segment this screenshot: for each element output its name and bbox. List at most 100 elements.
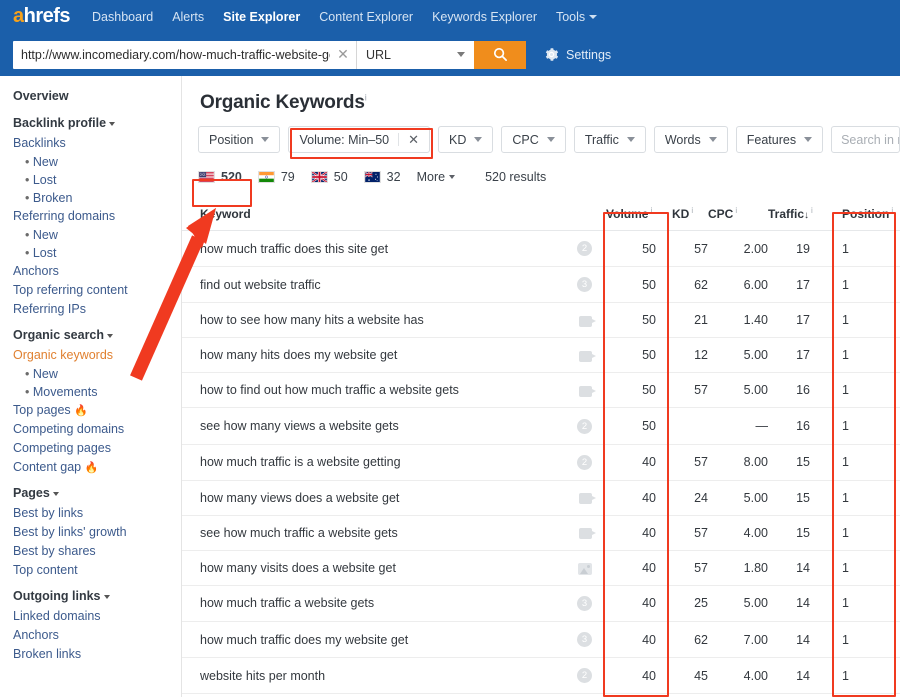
- ahrefs-logo[interactable]: ahrefs: [13, 5, 70, 28]
- cell-keyword[interactable]: how much traffic does my website get: [182, 622, 544, 658]
- filter-words[interactable]: Words: [654, 126, 728, 153]
- country-tab-au[interactable]: 32: [364, 170, 401, 184]
- table-row[interactable]: see how many views a website gets250—161: [182, 408, 900, 444]
- sidebar-item-broken-links[interactable]: Broken links: [13, 647, 181, 661]
- sidebar-item-backlinks-broken[interactable]: Broken: [25, 191, 181, 205]
- nav-item-keywords-explorer[interactable]: Keywords Explorer: [432, 10, 537, 24]
- cell-keyword[interactable]: how much traffic is a website getting: [182, 444, 544, 480]
- sidebar-item-competing-pages[interactable]: Competing pages: [13, 441, 181, 455]
- sidebar-group-pages[interactable]: Pages: [13, 486, 181, 500]
- sidebar-group-outgoing-links[interactable]: Outgoing links: [13, 589, 181, 603]
- sidebar-item-top-pages[interactable]: Top pages 🔥: [13, 403, 181, 417]
- filter-traffic[interactable]: Traffic: [574, 126, 646, 153]
- cell-serp-feature[interactable]: 2: [544, 408, 606, 444]
- cell-keyword[interactable]: website hits per month: [182, 658, 544, 694]
- column-header-cpc[interactable]: CPCi: [708, 198, 768, 231]
- clear-input-icon[interactable]: ✕: [330, 46, 356, 63]
- nav-item-dashboard[interactable]: Dashboard: [92, 10, 153, 24]
- cell-keyword[interactable]: how much traffic a website gets: [182, 585, 544, 621]
- sidebar-item-overview[interactable]: Overview: [13, 89, 181, 103]
- cell-serp-feature[interactable]: [544, 373, 606, 408]
- sidebar-item-top-content[interactable]: Top content: [13, 563, 181, 577]
- table-row[interactable]: how much traffic a website gets340255.00…: [182, 585, 900, 621]
- sidebar-item-backlinks[interactable]: Backlinks: [13, 136, 181, 150]
- search-submit-button[interactable]: [474, 41, 526, 69]
- sidebar-item-best-by-shares[interactable]: Best by shares: [13, 544, 181, 558]
- cell-keyword[interactable]: how many views does a website get: [182, 480, 544, 515]
- search-mode-select[interactable]: URL: [356, 41, 474, 69]
- cell-serp-feature[interactable]: [544, 303, 606, 338]
- table-row[interactable]: how many views does a website get40245.0…: [182, 480, 900, 515]
- cell-keyword[interactable]: see how much traffic a website gets: [182, 515, 544, 550]
- table-row[interactable]: how many hits does my website get50125.0…: [182, 338, 900, 373]
- column-header-kd[interactable]: KDi: [672, 198, 708, 231]
- country-tab-in[interactable]: 79: [258, 170, 295, 184]
- sidebar-item-best-by-links-growth[interactable]: Best by links' growth: [13, 525, 181, 539]
- cell-serp-feature[interactable]: 3: [544, 622, 606, 658]
- cell-keyword[interactable]: how many hits does my website get: [182, 338, 544, 373]
- cell-keyword[interactable]: find out website traffic: [182, 267, 544, 303]
- sidebar-group-organic-search[interactable]: Organic search: [13, 328, 181, 342]
- sidebar-item-backlinks-lost[interactable]: Lost: [25, 173, 181, 187]
- filter-kd[interactable]: KD: [438, 126, 493, 153]
- cell-keyword[interactable]: how many visits does a website get: [182, 550, 544, 585]
- sidebar-item-referring-domains[interactable]: Referring domains: [13, 209, 181, 223]
- sidebar-item-refdomains-new[interactable]: New: [25, 228, 181, 242]
- column-header-position[interactable]: Positioni: [830, 198, 900, 231]
- column-header-volume[interactable]: Volumei: [606, 198, 672, 231]
- column-header-traffic[interactable]: Traffic↓i: [768, 198, 830, 231]
- sidebar-item-organic-keywords[interactable]: Organic keywords: [13, 348, 181, 362]
- table-row[interactable]: see how much traffic a website gets40574…: [182, 515, 900, 550]
- info-icon[interactable]: i: [365, 93, 367, 103]
- cell-serp-feature[interactable]: 3: [544, 585, 606, 621]
- sidebar-item-anchors[interactable]: Anchors: [13, 264, 181, 278]
- column-header-keyword[interactable]: Keyword: [182, 198, 544, 231]
- sidebar-item-refdomains-lost[interactable]: Lost: [25, 246, 181, 260]
- settings-button[interactable]: Settings: [544, 47, 611, 62]
- country-tab-us[interactable]: 520: [198, 170, 242, 184]
- cell-keyword[interactable]: see how many views a website gets: [182, 408, 544, 444]
- cell-serp-feature[interactable]: [544, 550, 606, 585]
- table-row[interactable]: how to see how many hits a website has50…: [182, 303, 900, 338]
- sidebar-item-linked-domains[interactable]: Linked domains: [13, 609, 181, 623]
- cell-serp-feature[interactable]: [544, 338, 606, 373]
- sidebar-item-best-by-links[interactable]: Best by links: [13, 506, 181, 520]
- sidebar-item-referring-ips[interactable]: Referring IPs: [13, 302, 181, 316]
- sidebar-item-competing-domains[interactable]: Competing domains: [13, 422, 181, 436]
- sidebar-item-content-gap[interactable]: Content gap 🔥: [13, 460, 181, 474]
- table-row[interactable]: find out website traffic350626.00171: [182, 267, 900, 303]
- table-row[interactable]: how many visits does a website get40571.…: [182, 550, 900, 585]
- close-icon[interactable]: ✕: [398, 133, 419, 146]
- filter-position[interactable]: Position: [198, 126, 280, 153]
- nav-item-alerts[interactable]: Alerts: [172, 10, 204, 24]
- cell-serp-feature[interactable]: 2: [544, 444, 606, 480]
- sidebar-item-organic-new[interactable]: New: [25, 367, 181, 381]
- cell-serp-feature[interactable]: 2: [544, 231, 606, 267]
- cell-serp-feature[interactable]: 2: [544, 658, 606, 694]
- sidebar-item-backlinks-new[interactable]: New: [25, 155, 181, 169]
- filter-features[interactable]: Features: [736, 126, 823, 153]
- cell-serp-feature[interactable]: [544, 515, 606, 550]
- nav-item-content-explorer[interactable]: Content Explorer: [319, 10, 413, 24]
- sidebar-item-organic-movements[interactable]: Movements: [25, 385, 181, 399]
- sidebar-item-outgoing-anchors[interactable]: Anchors: [13, 628, 181, 642]
- cell-keyword[interactable]: how to find out how much traffic a websi…: [182, 373, 544, 408]
- more-countries-button[interactable]: More: [417, 170, 455, 184]
- filter-cpc[interactable]: CPC: [501, 126, 565, 153]
- cell-keyword[interactable]: how to see how many hits a website has: [182, 303, 544, 338]
- nav-item-site-explorer[interactable]: Site Explorer: [223, 10, 300, 24]
- table-row[interactable]: how much traffic does my website get3406…: [182, 622, 900, 658]
- filter-volume[interactable]: Volume: Min–50✕: [288, 126, 430, 153]
- cell-serp-feature[interactable]: 3: [544, 267, 606, 303]
- table-row[interactable]: how much traffic is a website getting240…: [182, 444, 900, 480]
- country-tab-gb[interactable]: 50: [311, 170, 348, 184]
- cell-keyword[interactable]: how much traffic does this site get: [182, 231, 544, 267]
- cell-serp-feature[interactable]: [544, 480, 606, 515]
- sidebar-item-top-referring-content[interactable]: Top referring content: [13, 283, 181, 297]
- search-in-results-input[interactable]: Search in re: [831, 126, 900, 153]
- table-row[interactable]: website hits per month240454.00141: [182, 658, 900, 694]
- sidebar-group-backlink-profile[interactable]: Backlink profile: [13, 116, 181, 130]
- table-row[interactable]: how much traffic does this site get25057…: [182, 231, 900, 267]
- url-input[interactable]: [13, 42, 330, 68]
- table-row[interactable]: how to find out how much traffic a websi…: [182, 373, 900, 408]
